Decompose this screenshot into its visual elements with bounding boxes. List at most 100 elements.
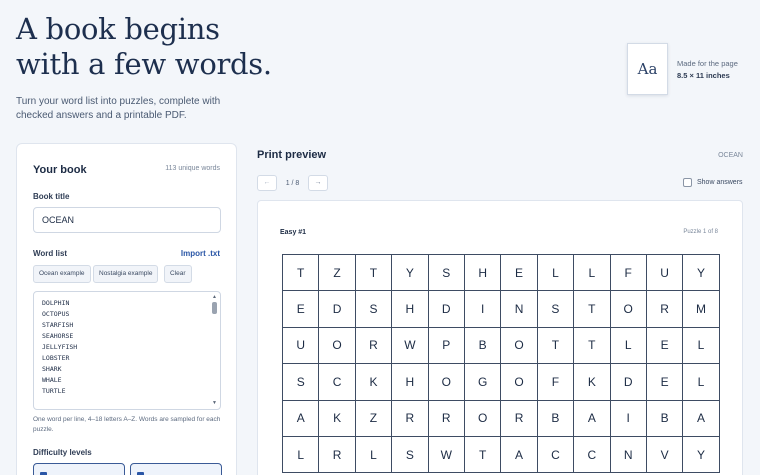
grid-cell: F bbox=[537, 364, 575, 401]
grid-cell: G bbox=[464, 364, 502, 401]
scroll-down-arrow-icon[interactable]: ▼ bbox=[211, 400, 218, 407]
book-panel: Your book 113 unique words Book title OC… bbox=[16, 143, 237, 475]
word-list-entry: SEAHORSE bbox=[42, 332, 74, 340]
show-answers-toggle[interactable]: Show answers bbox=[683, 178, 743, 187]
grid-cell: Y bbox=[683, 255, 720, 292]
word-list-entry: LOBSTER bbox=[42, 354, 70, 362]
scroll-thumb[interactable] bbox=[212, 302, 217, 314]
show-answers-checkbox[interactable] bbox=[683, 178, 692, 187]
grid-cell: M bbox=[683, 291, 720, 328]
grid-cell: I bbox=[464, 291, 502, 328]
grid-cell: W bbox=[428, 436, 465, 474]
book-panel-heading: Your book bbox=[33, 164, 87, 176]
page-size-note: Made for the page 8.5 × 11 inches bbox=[677, 58, 738, 82]
grid-cell: R bbox=[428, 400, 465, 437]
grid-cell: U bbox=[283, 327, 320, 365]
preview-pager: ← 1 / 8 → bbox=[257, 175, 328, 191]
grid-cell: H bbox=[392, 291, 429, 328]
puzzle-page: Easy #1 Puzzle 1 of 8 TZTYSHELLFUYEDSHDI… bbox=[257, 200, 743, 475]
grid-cell: P bbox=[428, 327, 465, 365]
grid-cell: A bbox=[501, 436, 538, 474]
word-list-entry: WHALE bbox=[42, 376, 62, 384]
clear-button[interactable]: Clear bbox=[164, 265, 192, 283]
grid-cell: A bbox=[683, 400, 720, 437]
page-size-icon: Aa bbox=[627, 43, 668, 95]
grid-cell: O bbox=[501, 364, 538, 401]
grid-cell: L bbox=[355, 436, 393, 474]
grid-cell: D bbox=[610, 364, 647, 401]
difficulty-option-1[interactable] bbox=[33, 463, 125, 475]
grid-cell: N bbox=[610, 436, 647, 474]
grid-cell: N bbox=[501, 291, 538, 328]
previous-page-button[interactable]: ← bbox=[257, 175, 277, 191]
print-preview-title: Print preview bbox=[257, 149, 327, 161]
grid-cell: T bbox=[464, 436, 502, 474]
word-list-scrollbar[interactable]: ▲ ▼ bbox=[211, 294, 218, 407]
grid-cell: C bbox=[319, 364, 356, 401]
grid-cell: O bbox=[610, 291, 647, 328]
difficulty-option-2[interactable] bbox=[130, 463, 222, 475]
grid-cell: A bbox=[283, 400, 320, 437]
book-title-input[interactable]: OCEAN bbox=[33, 207, 221, 233]
nostalgia-example-button[interactable]: Nostalgia example bbox=[93, 265, 159, 283]
scroll-up-arrow-icon[interactable]: ▲ bbox=[211, 294, 218, 301]
ocean-example-button[interactable]: Ocean example bbox=[33, 265, 91, 283]
grid-cell: W bbox=[392, 327, 429, 365]
grid-cell: Y bbox=[683, 436, 720, 474]
page-size-caption: Made for the page bbox=[677, 59, 738, 68]
word-list-entry: SHARK bbox=[42, 365, 62, 373]
book-title-label: Book title bbox=[33, 192, 70, 201]
grid-cell: L bbox=[683, 364, 720, 401]
unique-word-count: 113 unique words bbox=[165, 165, 220, 172]
next-page-button[interactable]: → bbox=[308, 175, 328, 191]
grid-cell: H bbox=[392, 364, 429, 401]
hero-title-line-2: with a few words. bbox=[16, 47, 272, 81]
grid-cell: C bbox=[574, 436, 611, 474]
word-list-entry: TURTLE bbox=[42, 387, 66, 395]
grid-cell: V bbox=[646, 436, 684, 474]
grid-cell: I bbox=[610, 400, 647, 437]
grid-cell: L bbox=[283, 436, 320, 474]
puzzle-count: Puzzle 1 of 8 bbox=[683, 229, 718, 235]
grid-cell: U bbox=[646, 255, 684, 292]
import-txt-link[interactable]: Import .txt bbox=[181, 249, 220, 258]
grid-cell: K bbox=[574, 364, 611, 401]
hero-title-line-1: A book begins bbox=[16, 12, 220, 46]
grid-cell: E bbox=[646, 327, 684, 365]
word-list-textarea[interactable]: DOLPHIN OCTOPUS STARFISH SEAHORSE JELLYFISH L… bbox=[33, 291, 221, 410]
puzzle-name: Easy #1 bbox=[280, 229, 307, 236]
grid-cell: L bbox=[683, 327, 720, 365]
grid-cell: S bbox=[355, 291, 393, 328]
grid-cell: T bbox=[283, 255, 320, 292]
grid-cell: R bbox=[355, 327, 393, 365]
word-list-items: DOLPHIN OCTOPUS STARFISH SEAHORSE JELLYFISH L… bbox=[42, 298, 77, 397]
grid-cell: R bbox=[501, 400, 538, 437]
grid-cell: Y bbox=[392, 255, 429, 292]
grid-cell: C bbox=[537, 436, 575, 474]
grid-cell: K bbox=[355, 364, 393, 401]
grid-cell: Z bbox=[319, 255, 356, 292]
letter-grid: TZTYSHELLFUYEDSHDINSTORMUORWPBOTTLELSCKH… bbox=[282, 254, 720, 474]
hero-subtitle: Turn your word list into puzzles, comple… bbox=[16, 96, 221, 121]
grid-cell: L bbox=[574, 255, 611, 292]
difficulty-levels-label: Difficulty levels bbox=[33, 448, 92, 457]
grid-cell: S bbox=[283, 364, 320, 401]
grid-cell: B bbox=[464, 327, 502, 365]
grid-cell: K bbox=[319, 400, 356, 437]
preview-book-tag: OCEAN bbox=[718, 152, 743, 159]
grid-cell: R bbox=[392, 400, 429, 437]
word-list-entry: OCTOPUS bbox=[42, 310, 70, 318]
show-answers-label: Show answers bbox=[697, 179, 743, 186]
grid-cell: D bbox=[319, 291, 356, 328]
grid-cell: S bbox=[392, 436, 429, 474]
word-list-entry: STARFISH bbox=[42, 321, 74, 329]
grid-cell: H bbox=[464, 255, 502, 292]
grid-cell: L bbox=[537, 255, 575, 292]
grid-cell: O bbox=[428, 364, 465, 401]
grid-cell: E bbox=[646, 364, 684, 401]
grid-cell: O bbox=[501, 327, 538, 365]
grid-cell: S bbox=[537, 291, 575, 328]
page-size-value: 8.5 × 11 inches bbox=[677, 71, 730, 80]
grid-cell: L bbox=[610, 327, 647, 365]
grid-cell: T bbox=[537, 327, 575, 365]
